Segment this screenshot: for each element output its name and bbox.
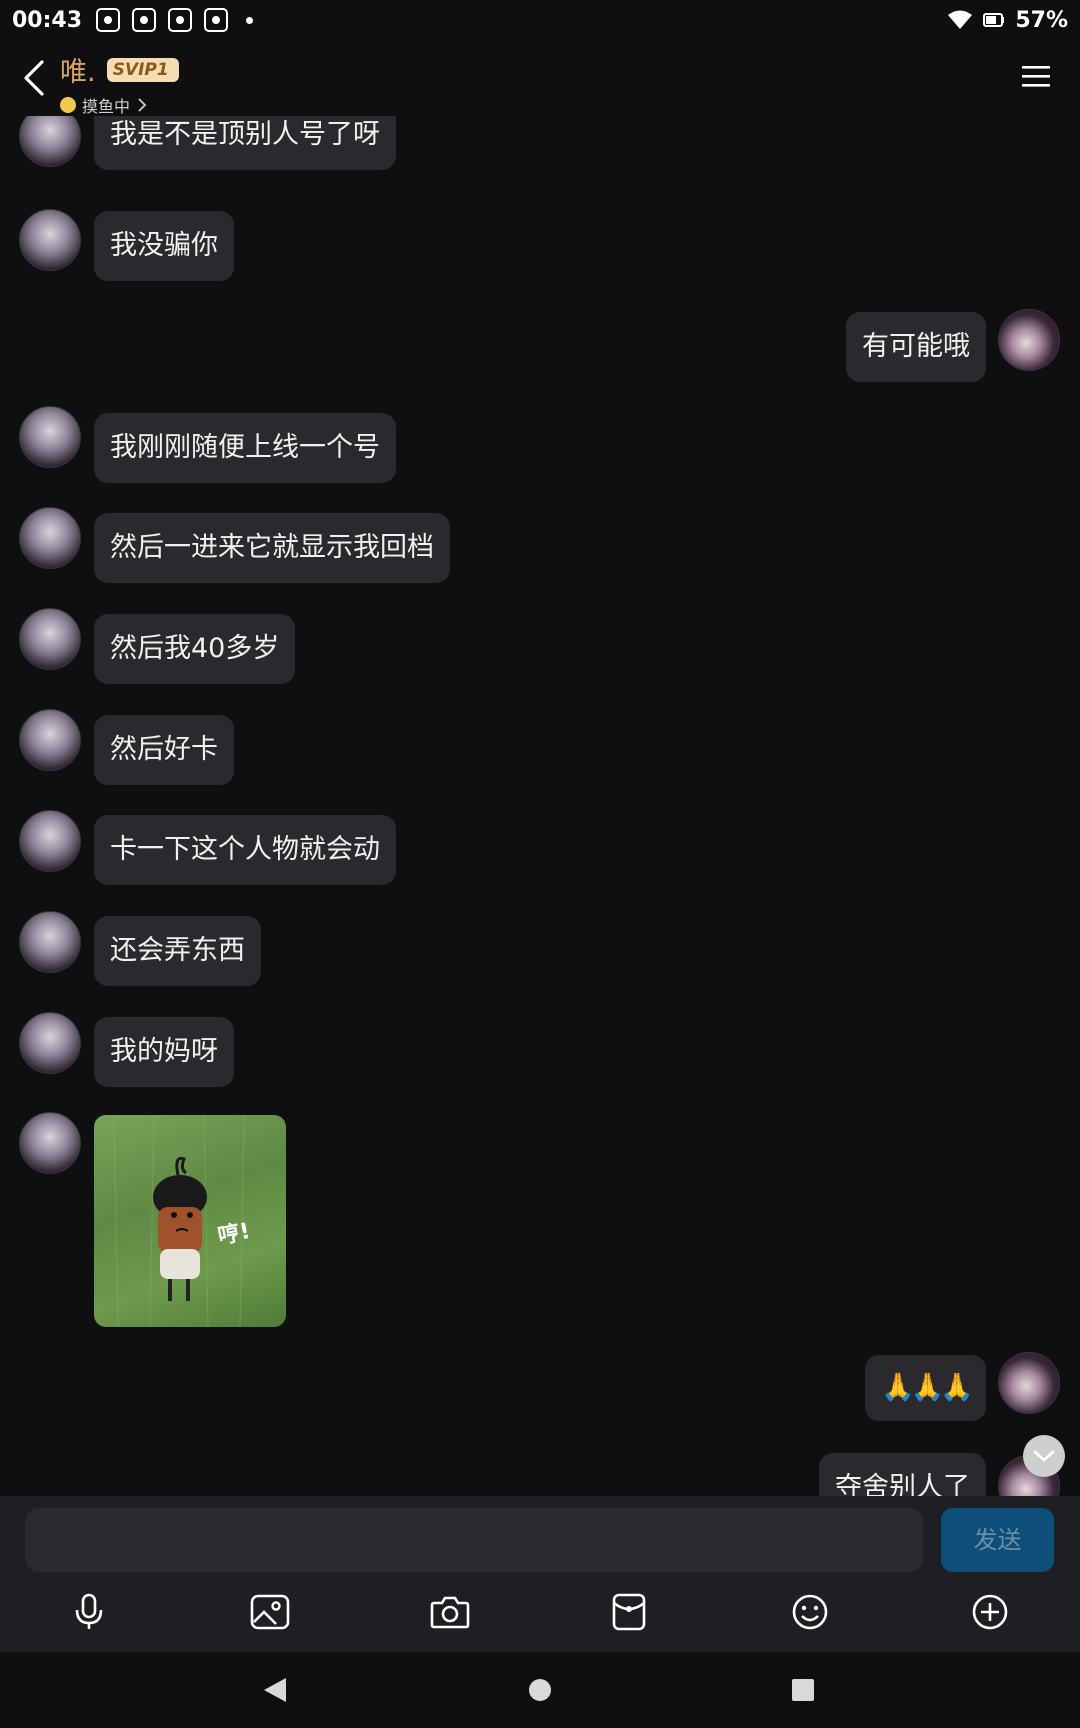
message-bubble[interactable]: 我没骗你 bbox=[94, 211, 234, 281]
hamburger-menu-icon bbox=[1022, 66, 1050, 87]
baidu-notification-icon bbox=[132, 8, 157, 32]
status-text: 摸鱼中 bbox=[82, 97, 131, 116]
plus-icon bbox=[972, 1594, 1008, 1630]
message-bubble[interactable]: 我刚刚随便上线一个号 bbox=[94, 413, 396, 483]
chevron-down-icon bbox=[1033, 1450, 1055, 1462]
back-button[interactable] bbox=[16, 56, 56, 100]
contact-avatar[interactable] bbox=[19, 116, 81, 167]
square-recents-icon bbox=[792, 1679, 814, 1701]
contact-avatar[interactable] bbox=[19, 1112, 81, 1174]
red-packet-icon bbox=[612, 1593, 646, 1631]
battery-icon bbox=[983, 13, 1005, 27]
message-bubble[interactable]: 然后一进来它就显示我回档 bbox=[94, 513, 450, 583]
contact-avatar[interactable] bbox=[19, 209, 81, 271]
message-bubble[interactable]: 然后好卡 bbox=[94, 715, 234, 785]
my-avatar[interactable] bbox=[998, 1352, 1060, 1414]
sticker-image[interactable]: 哼! bbox=[94, 1115, 286, 1327]
my-message-bubble[interactable]: 🙏🙏🙏 bbox=[865, 1355, 986, 1421]
red-packet-button[interactable] bbox=[599, 1582, 659, 1642]
message-bubble[interactable]: 卡一下这个人物就会动 bbox=[94, 815, 396, 885]
more-notifications-dot bbox=[246, 16, 254, 24]
my-avatar[interactable] bbox=[998, 309, 1060, 371]
status-emoji-icon bbox=[60, 97, 76, 113]
emoji-icon bbox=[792, 1594, 828, 1630]
nav-back-button[interactable] bbox=[255, 1670, 295, 1710]
more-button[interactable] bbox=[960, 1582, 1020, 1642]
message-bubble[interactable]: 还会弄东西 bbox=[94, 916, 261, 986]
status-time: 00:43 bbox=[12, 7, 83, 33]
input-toolbar bbox=[0, 1582, 1080, 1642]
my-message-bubble[interactable]: 夺舍别人了 bbox=[819, 1453, 986, 1496]
send-button[interactable]: 发送 bbox=[941, 1508, 1054, 1572]
microphone-icon bbox=[75, 1593, 103, 1629]
wifi-icon bbox=[948, 10, 973, 29]
contact-avatar[interactable] bbox=[19, 406, 81, 468]
emoji-button[interactable] bbox=[780, 1582, 840, 1642]
triangle-back-icon bbox=[264, 1678, 286, 1702]
chevron-right-icon bbox=[138, 98, 147, 112]
contact-avatar[interactable] bbox=[19, 608, 81, 670]
svip-label: SVIP1 bbox=[112, 59, 169, 80]
camera-icon bbox=[430, 1596, 470, 1629]
circle-home-icon bbox=[529, 1679, 551, 1701]
message-list[interactable]: 我是不是顶别人号了呀 我没骗你 有可能哦 我刚刚随便上线一个号 然后一进来它就显… bbox=[0, 116, 1080, 1496]
back-arrow-icon bbox=[24, 60, 44, 96]
nav-recents-button[interactable] bbox=[783, 1670, 823, 1710]
chat-header: 唯. SVIP1 摸鱼中 bbox=[0, 40, 1080, 116]
battery-percent: 57% bbox=[1015, 7, 1068, 33]
contact-avatar[interactable] bbox=[19, 709, 81, 771]
status-bar: 00:43 57% bbox=[0, 0, 1080, 40]
contact-avatar[interactable] bbox=[19, 810, 81, 872]
contact-avatar[interactable] bbox=[19, 1012, 81, 1074]
contact-title[interactable]: 唯. SVIP1 摸鱼中 bbox=[60, 50, 179, 117]
message-bubble[interactable]: 我是不是顶别人号了呀 bbox=[94, 116, 396, 170]
voice-button[interactable] bbox=[59, 1582, 119, 1642]
baidu-notification-icon bbox=[96, 8, 121, 32]
angry-kid-sticker-icon: 哼! bbox=[113, 1115, 253, 1327]
baidu-notification-icon bbox=[168, 8, 193, 32]
menu-button[interactable] bbox=[1020, 60, 1052, 92]
message-bubble[interactable]: 我的妈呀 bbox=[94, 1017, 234, 1087]
svip-badge: SVIP1 bbox=[106, 57, 179, 82]
nav-home-button[interactable] bbox=[520, 1670, 560, 1710]
input-bar: 发送 bbox=[0, 1496, 1080, 1652]
camera-button[interactable] bbox=[420, 1582, 480, 1642]
scroll-to-bottom-button[interactable] bbox=[1023, 1435, 1065, 1477]
contact-avatar[interactable] bbox=[19, 507, 81, 569]
baidu-notification-icon bbox=[204, 8, 229, 32]
message-bubble[interactable]: 然后我40多岁 bbox=[94, 614, 296, 684]
message-input[interactable] bbox=[25, 1508, 923, 1572]
my-message-bubble[interactable]: 有可能哦 bbox=[846, 312, 986, 382]
photo-button[interactable] bbox=[240, 1582, 300, 1642]
contact-avatar[interactable] bbox=[19, 911, 81, 973]
sticker-caption: 哼! bbox=[216, 1218, 253, 1250]
online-status[interactable]: 摸鱼中 bbox=[60, 93, 179, 117]
image-icon bbox=[250, 1594, 290, 1630]
contact-name: 唯. bbox=[60, 57, 96, 88]
system-nav-bar bbox=[0, 1652, 1080, 1728]
